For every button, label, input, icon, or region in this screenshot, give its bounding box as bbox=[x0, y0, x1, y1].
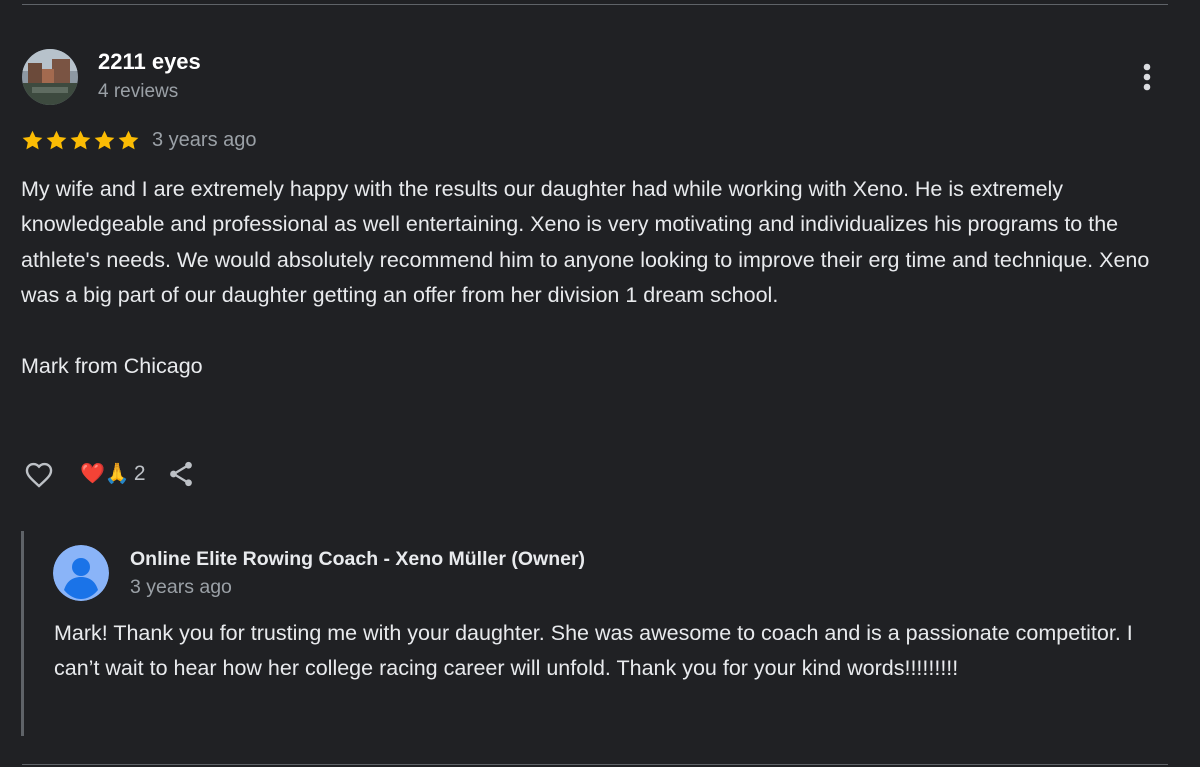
reactions-summary[interactable]: ❤️🙏 2 bbox=[80, 462, 146, 486]
reviewer-review-count: 4 reviews bbox=[98, 81, 179, 102]
star-icon bbox=[94, 130, 115, 149]
reply-date: 3 years ago bbox=[130, 576, 232, 598]
like-button[interactable] bbox=[20, 456, 58, 492]
share-button[interactable] bbox=[164, 456, 198, 492]
star-icon bbox=[118, 130, 139, 149]
rating-row: 3 years ago bbox=[21, 126, 257, 154]
bottom-divider bbox=[22, 764, 1168, 765]
reviewer-name[interactable]: 2211 eyes bbox=[98, 49, 201, 75]
reply-text: Mark! Thank you for trusting me with you… bbox=[54, 621, 1133, 681]
reviewer-avatar[interactable] bbox=[22, 49, 78, 105]
review-card: 2211 eyes 4 reviews 3 years ago My wife … bbox=[0, 0, 1200, 767]
reaction-count: 2 bbox=[133, 462, 146, 485]
top-divider bbox=[22, 4, 1168, 5]
share-icon bbox=[169, 461, 192, 487]
review-date: 3 years ago bbox=[152, 128, 257, 151]
more-vert-icon bbox=[1143, 63, 1151, 91]
review-actions: ❤️🙏 2 bbox=[20, 456, 198, 492]
review-text: My wife and I are extremely happy with t… bbox=[21, 177, 1150, 379]
star-icon bbox=[70, 130, 91, 149]
star-icon bbox=[22, 130, 43, 149]
owner-reply: Online Elite Rowing Coach - Xeno Müller … bbox=[21, 531, 1174, 736]
star-icon bbox=[46, 130, 67, 149]
owner-name: Online Elite Rowing Coach - Xeno Müller … bbox=[130, 548, 586, 570]
more-options-button[interactable] bbox=[1131, 58, 1163, 96]
heart-outline-icon bbox=[25, 462, 53, 488]
star-rating bbox=[21, 129, 140, 152]
owner-avatar bbox=[53, 545, 109, 601]
reaction-emojis: ❤️🙏 bbox=[80, 463, 130, 485]
